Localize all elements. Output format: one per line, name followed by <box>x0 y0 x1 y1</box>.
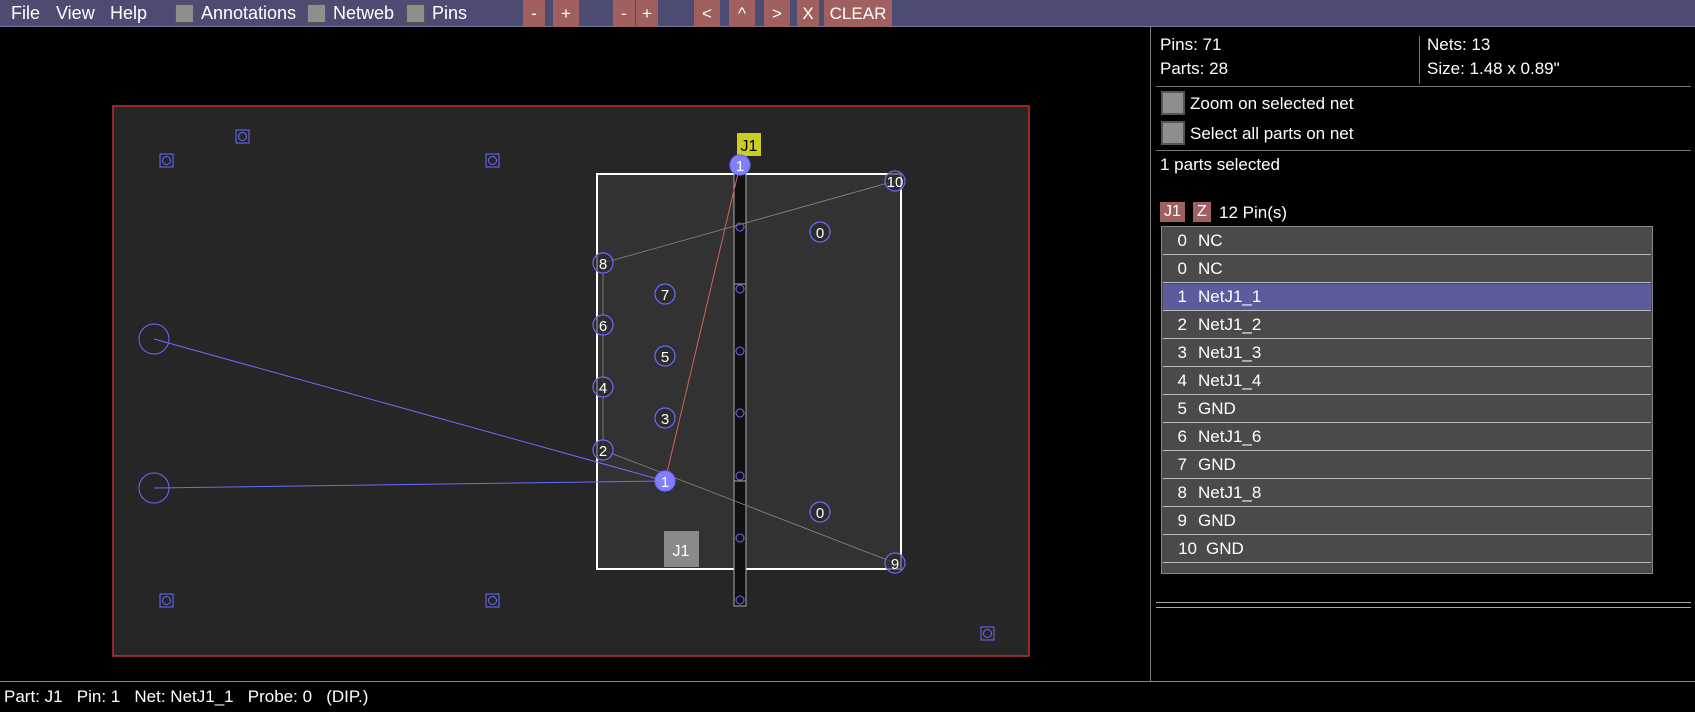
pin-marker-label: 0 <box>816 505 824 522</box>
pin-row[interactable]: 6 NetJ1_6 <box>1163 424 1651 451</box>
pin-row[interactable]: 3 NetJ1_3 <box>1163 340 1651 367</box>
zoom-out-button[interactable]: - <box>523 0 545 27</box>
pin-number: 1 <box>1177 287 1187 306</box>
pin-row[interactable]: 10 GND <box>1163 536 1651 563</box>
divider <box>1156 607 1691 608</box>
pin-marker-label: 0 <box>816 225 824 242</box>
pin-net-name: GND <box>1206 539 1244 558</box>
select-all-on-net-checkbox[interactable] <box>1161 121 1185 145</box>
annotations-checkbox[interactable] <box>175 4 194 23</box>
close-button[interactable]: X <box>797 0 819 27</box>
nets-count: Nets: 13 <box>1427 35 1491 54</box>
menu-view[interactable]: View <box>56 0 95 27</box>
pin-number: 3 <box>1177 343 1187 362</box>
pin-number: 9 <box>1177 511 1187 530</box>
pin-number: 7 <box>1177 455 1187 474</box>
pins-checkbox[interactable] <box>406 4 425 23</box>
pin-row[interactable]: 4 NetJ1_4 <box>1163 368 1651 395</box>
pin-marker-label: 1 <box>736 158 744 175</box>
board-canvas[interactable]: J1 J1 11008765432109 <box>0 27 1151 681</box>
board-size: Size: 1.48 x 0.89" <box>1427 59 1560 78</box>
pin-number: 10 <box>1178 539 1197 558</box>
up-button[interactable]: ^ <box>729 0 755 27</box>
pins-count: Pins: 71 <box>1160 35 1222 54</box>
pin-marker-label: 6 <box>599 318 607 335</box>
pin-number: 5 <box>1177 399 1187 418</box>
pin-list[interactable]: 0 NC 0 NC 1 NetJ1_1 2 NetJ1_2 3 NetJ1_3 4 NetJ1_4 5 G… <box>1161 226 1653 574</box>
zoom-on-net-checkbox[interactable] <box>1161 91 1185 115</box>
pin-net-name: NC <box>1198 231 1223 250</box>
pin-net-name: NetJ1_2 <box>1198 315 1262 334</box>
pin-number: 0 <box>1177 231 1187 250</box>
pin-marker-label: 5 <box>661 349 669 366</box>
pin-net-name: GND <box>1198 399 1236 418</box>
menu-help[interactable]: Help <box>110 0 147 27</box>
pin-net-name: NetJ1_8 <box>1198 483 1262 502</box>
pin-number: 2 <box>1177 315 1187 334</box>
part-label-text: J1 <box>673 543 690 560</box>
part-j1-outline[interactable] <box>596 173 902 570</box>
next-button[interactable]: > <box>764 0 790 27</box>
netweb-checkbox[interactable] <box>307 4 326 23</box>
pin-net-name: NC <box>1198 259 1223 278</box>
netweb-label[interactable]: Netweb <box>333 0 394 27</box>
pin-row[interactable]: 9 GND <box>1163 508 1651 535</box>
pin-row[interactable]: 8 NetJ1_8 <box>1163 480 1651 507</box>
menu-bar: File View Help Annotations Netweb Pins -… <box>0 0 1695 27</box>
zoom-in-button[interactable]: + <box>553 0 579 27</box>
prev-button[interactable]: < <box>694 0 720 27</box>
pin-marker-label: 10 <box>887 174 904 191</box>
rotate-plus-button[interactable]: + <box>636 0 658 27</box>
pin-marker-label: 8 <box>599 256 607 273</box>
divider <box>1156 150 1691 151</box>
divider <box>1156 602 1691 603</box>
pin-row[interactable]: 5 GND <box>1163 396 1651 423</box>
pin-net-name: GND <box>1198 511 1236 530</box>
pin-marker-label: 3 <box>661 411 669 428</box>
rotate-minus-button[interactable]: - <box>613 0 635 27</box>
clear-button[interactable]: CLEAR <box>824 0 892 27</box>
stats-divider <box>1419 36 1420 84</box>
status-text: Part: J1 Pin: 1 Net: NetJ1_1 Probe: 0 (D… <box>4 687 369 706</box>
pin-number: 8 <box>1177 483 1187 502</box>
header-strip <box>733 173 747 607</box>
zoom-part-button[interactable]: Z <box>1193 202 1211 222</box>
zoom-on-net-label[interactable]: Zoom on selected net <box>1190 94 1353 114</box>
pin-net-name: GND <box>1198 455 1236 474</box>
pin-count-label: 12 Pin(s) <box>1219 203 1288 222</box>
selection-summary: 1 parts selected <box>1160 155 1281 174</box>
pin-marker-label: 9 <box>891 556 899 573</box>
pin-row[interactable]: 7 GND <box>1163 452 1651 479</box>
pins-label[interactable]: Pins <box>432 0 467 27</box>
divider <box>1156 86 1691 87</box>
status-bar: Part: J1 Pin: 1 Net: NetJ1_1 Probe: 0 (D… <box>0 681 1695 712</box>
pin-net-name: NetJ1_3 <box>1198 343 1262 362</box>
annotations-label[interactable]: Annotations <box>201 0 296 27</box>
pin-net-name: NetJ1_1 <box>1198 287 1262 306</box>
parts-count: Parts: 28 <box>1160 59 1229 78</box>
pin-marker-label: 2 <box>599 443 607 460</box>
select-all-on-net-label[interactable]: Select all parts on net <box>1190 124 1353 144</box>
pin-row[interactable]: 2 NetJ1_2 <box>1163 312 1651 339</box>
board-view[interactable]: J1 J1 1 10 0 8 7 6 5 4 3 2 1 0 9 <box>0 27 1151 681</box>
pin-net-name: NetJ1_6 <box>1198 427 1262 446</box>
pin-number: 0 <box>1177 259 1187 278</box>
pin-row[interactable]: 0 NC <box>1163 256 1651 283</box>
pin-number: 6 <box>1177 427 1187 446</box>
pin-net-name: NetJ1_4 <box>1198 371 1262 390</box>
pin-marker-label: 7 <box>661 287 669 304</box>
pin-row[interactable]: 1 NetJ1_1 <box>1163 284 1651 311</box>
part-tag-j1-text: J1 <box>741 138 758 155</box>
menu-file[interactable]: File <box>11 0 40 27</box>
pin-row[interactable]: 0 NC <box>1163 228 1651 255</box>
pin-marker-label: 4 <box>599 380 607 397</box>
pin-marker-label: 1 <box>661 474 669 491</box>
selected-part-tag[interactable]: J1 <box>1160 202 1185 222</box>
pin-number: 4 <box>1177 371 1187 390</box>
